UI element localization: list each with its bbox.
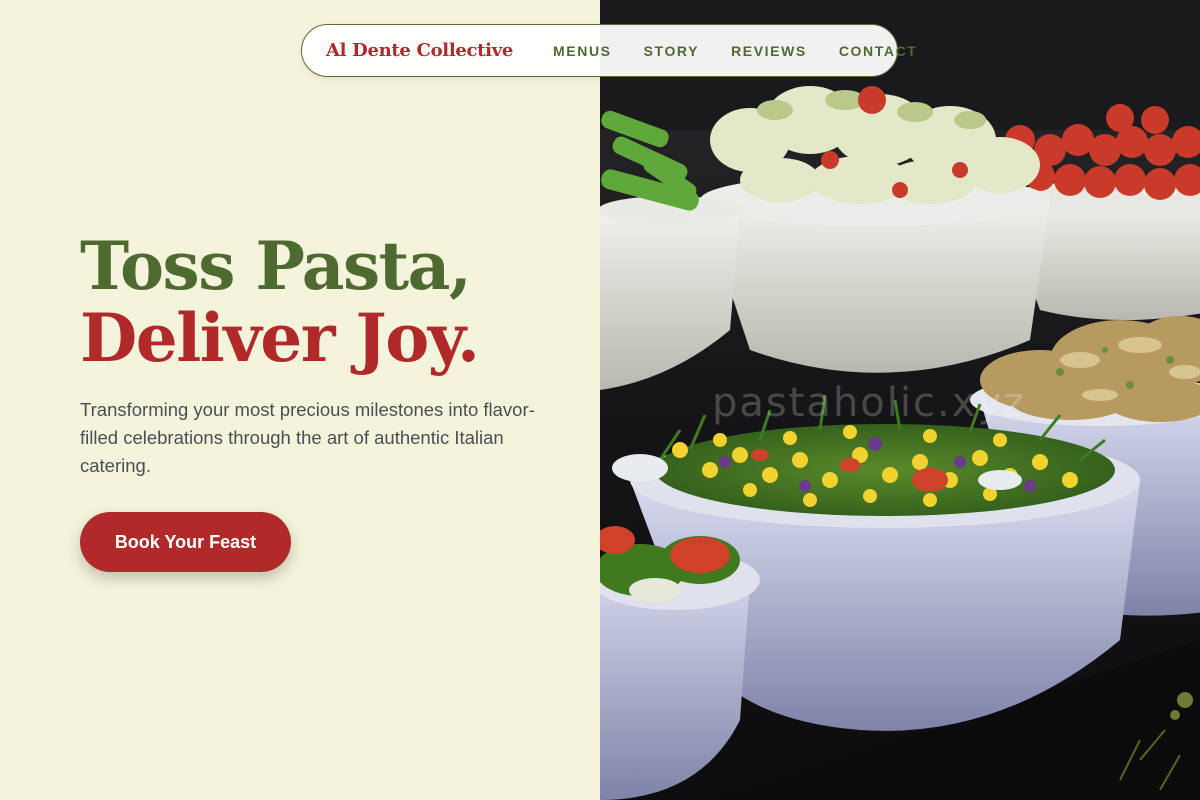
nav-link-reviews[interactable]: REVIEWS <box>731 43 807 59</box>
hero-title: Toss Pasta, Deliver Joy. <box>80 227 480 377</box>
food-photo: pastaholic.xyz <box>600 0 1200 800</box>
top-nav: Al Dente Collective MENUS STORY REVIEWS … <box>301 24 916 77</box>
brand-logo[interactable]: Al Dente Collective <box>326 40 513 61</box>
hero-description: Transforming your most precious mileston… <box>80 399 535 476</box>
hero-title-line-1: Toss Pasta, <box>80 227 472 305</box>
nav-link-contact[interactable]: CONTACT <box>839 43 918 59</box>
nav-link-menus[interactable]: MENUS <box>553 43 612 59</box>
watermark: pastaholic.xyz <box>712 380 1027 426</box>
book-feast-button[interactable]: Book Your Feast <box>80 512 291 572</box>
hero-title-line-2: Deliver Joy. <box>80 299 480 377</box>
nav-link-story[interactable]: STORY <box>644 43 699 59</box>
